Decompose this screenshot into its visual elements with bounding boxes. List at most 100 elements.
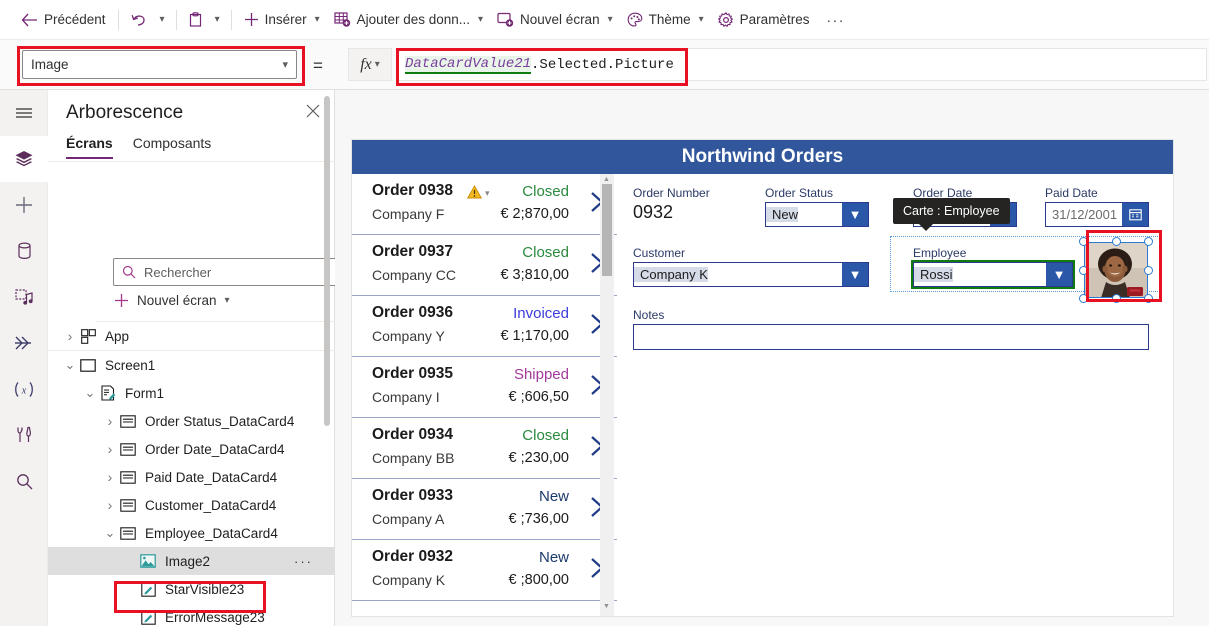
insert-button[interactable]: Insérer ▾	[237, 5, 327, 35]
tab-composants[interactable]: Composants	[133, 135, 212, 159]
employee-label: Employee	[913, 246, 967, 260]
gallery-warning[interactable]: ▾	[466, 185, 490, 202]
order-number-label: Order Number	[633, 186, 710, 200]
chevron-down-icon[interactable]: ▼	[1046, 263, 1072, 286]
resize-handle-se[interactable]	[1144, 294, 1153, 303]
gallery-item[interactable]: Order 0933 New Company A € ;736,00	[352, 479, 617, 540]
resize-handle-e[interactable]	[1144, 265, 1153, 275]
gallery-company: Company CC	[372, 267, 457, 283]
gallery-item[interactable]: Order 0938 ▾ Closed Company F € 2;870,00	[352, 174, 617, 235]
calendar-icon[interactable]	[1122, 203, 1148, 226]
chevron-down-icon[interactable]: ▾	[476, 14, 483, 25]
order-status-label: Order Status	[765, 186, 834, 200]
resize-handle-sw[interactable]	[1079, 294, 1088, 303]
resize-handle-n[interactable]	[1111, 237, 1121, 246]
notes-input[interactable]	[633, 324, 1149, 350]
chevron-down-icon[interactable]: ▼	[842, 203, 868, 226]
rail-item-tree-view[interactable]	[0, 136, 48, 182]
menu-button[interactable]	[0, 90, 48, 136]
chevron-down-icon[interactable]: ▾	[606, 14, 613, 25]
tree-node-paid-date-datacard4[interactable]: › Paid Date_DataCard4	[48, 463, 335, 491]
new-screen-button[interactable]: Nouvel écran ▾	[490, 5, 620, 35]
chevron-down-icon[interactable]: ▾	[375, 59, 380, 70]
order-status-dropdown[interactable]: New ▼	[765, 202, 869, 227]
gallery-scrollbar-thumb[interactable]	[602, 184, 612, 276]
employee-dropdown[interactable]: Rossi ▼	[913, 262, 1073, 287]
rail-item-media[interactable]	[0, 274, 48, 320]
chevron-down-icon[interactable]: ▾	[697, 14, 704, 25]
tree-node-screen1[interactable]: ⌄ Screen1	[48, 351, 335, 379]
tree-node-errormessage23[interactable]: ErrorMessage23	[48, 603, 335, 626]
divider	[230, 9, 232, 30]
chevron-right-icon[interactable]: ›	[102, 497, 118, 513]
chevron-down-icon[interactable]: ▾	[313, 14, 320, 25]
scroll-down-icon[interactable]: ▼	[603, 603, 610, 610]
chevron-down-icon[interactable]: ▾	[485, 188, 490, 199]
rail-item-search[interactable]	[0, 458, 48, 504]
tab-ecrans[interactable]: Écrans	[66, 135, 113, 159]
chevron-down-icon[interactable]: ⌄	[62, 358, 78, 371]
tree-node-order-date-datacard4[interactable]: › Order Date_DataCard4	[48, 435, 335, 463]
undo-chevron-down-icon[interactable]: ▾	[154, 5, 171, 35]
tree-node-order-status-datacard4[interactable]: › Order Status_DataCard4	[48, 407, 335, 435]
tree-scrollbar[interactable]	[324, 96, 330, 426]
resize-handle-ne[interactable]	[1144, 237, 1153, 246]
paste-button[interactable]	[182, 5, 209, 35]
overflow-menu-button[interactable]: ···	[816, 12, 855, 28]
fx-button[interactable]: fx ▾	[348, 48, 392, 81]
chevron-down-icon[interactable]: ⌄	[102, 526, 118, 539]
employee-image-control[interactable]	[1079, 237, 1153, 303]
tree-node-more-button[interactable]: ···	[294, 554, 313, 569]
gallery-item[interactable]: Order 0932 New Company K € ;800,00	[352, 540, 617, 601]
settings-button[interactable]: Paramètres	[711, 5, 817, 35]
gallery-amount: € ;230,00	[508, 450, 569, 466]
search-placeholder: Rechercher	[144, 264, 212, 280]
resize-handle-nw[interactable]	[1079, 237, 1088, 246]
app-canvas: Northwind Orders Order 0938 ▾ Closed Compan…	[335, 90, 1209, 626]
search-input[interactable]: Rechercher	[113, 258, 358, 286]
scroll-up-icon[interactable]: ▲	[603, 176, 610, 183]
chevron-down-icon[interactable]: ⌄	[82, 386, 98, 399]
paste-chevron-down-icon[interactable]: ▾	[209, 5, 226, 35]
back-button[interactable]: Précédent	[14, 5, 113, 35]
chevron-right-icon[interactable]: ›	[102, 441, 118, 457]
gallery-item[interactable]: Order 0937 Closed Company CC € 3;810,00	[352, 235, 617, 296]
gallery-item[interactable]: Order 0935 Shipped Company I € ;606,50	[352, 357, 617, 418]
orders-gallery[interactable]: Order 0938 ▾ Closed Company F € 2;870,00 Orde…	[352, 174, 617, 616]
customer-dropdown[interactable]: Company K ▼	[633, 262, 869, 287]
rail-item-data[interactable]	[0, 228, 48, 274]
gallery-item[interactable]: Order 0936 Invoiced Company Y € 1;170,00	[352, 296, 617, 357]
tree-node-customer-datacard4[interactable]: › Customer_DataCard4	[48, 491, 335, 519]
chevron-down-icon[interactable]: ▾	[282, 58, 288, 71]
resize-handle-w[interactable]	[1079, 265, 1088, 275]
close-icon[interactable]	[306, 104, 320, 118]
gallery-status: New	[538, 488, 569, 505]
back-label: Précédent	[44, 12, 106, 27]
theme-button[interactable]: Thème ▾	[620, 5, 711, 35]
gallery-order-number: Order 0933	[372, 487, 453, 504]
gallery-item[interactable]: Order 0934 Closed Company BB € ;230,00	[352, 418, 617, 479]
undo-button[interactable]	[124, 5, 154, 35]
clipboard-icon	[189, 12, 202, 27]
chevron-right-icon[interactable]: ›	[102, 469, 118, 485]
new-screen-tree-button[interactable]: Nouvel écran ▾	[114, 293, 230, 308]
property-selector[interactable]: Image ▾	[22, 50, 297, 79]
resize-handle-s[interactable]	[1111, 294, 1121, 303]
tree-node-starvisible23[interactable]: StarVisible23	[48, 575, 335, 603]
paid-date-field[interactable]: 31/12/2001	[1045, 202, 1149, 227]
tree-node-form1[interactable]: ⌄ Form1	[48, 379, 335, 407]
rail-item-insert[interactable]	[0, 182, 48, 228]
tree-node-app[interactable]: › App	[48, 322, 335, 350]
rail-item-power-automate[interactable]	[0, 320, 48, 366]
formula-input[interactable]: DataCardValue21 .Selected.Picture	[397, 48, 1207, 81]
rail-item-variables[interactable]: x	[0, 366, 48, 412]
paid-date-value: 31/12/2001	[1052, 207, 1118, 222]
chevron-right-icon[interactable]: ›	[62, 328, 78, 344]
rail-item-tools[interactable]	[0, 412, 48, 458]
tree-node-image2[interactable]: Image2 ···	[48, 547, 335, 575]
add-data-button[interactable]: Ajouter des donn... ▾	[327, 5, 490, 35]
chevron-down-icon[interactable]: ▾	[225, 295, 230, 306]
chevron-down-icon[interactable]: ▼	[842, 263, 868, 286]
chevron-right-icon[interactable]: ›	[102, 413, 118, 429]
tree-node-employee-datacard4[interactable]: ⌄ Employee_DataCard4	[48, 519, 335, 547]
